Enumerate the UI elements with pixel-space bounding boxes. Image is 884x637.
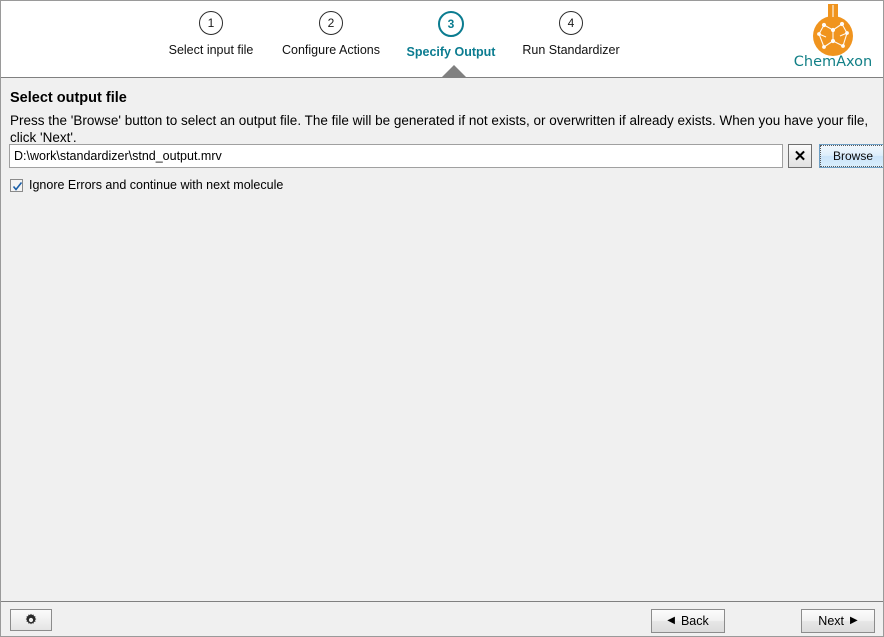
clear-path-button[interactable]: ✕ [788, 144, 812, 168]
chemaxon-logo: ChemAxon [785, 3, 881, 75]
wizard-step-4[interactable]: 4 Run Standardizer [511, 11, 631, 57]
ignore-errors-label: Ignore Errors and continue with next mol… [29, 178, 284, 192]
settings-button[interactable] [10, 609, 52, 631]
next-button[interactable]: Next ▶ [801, 609, 875, 633]
step-number-badge: 1 [199, 11, 223, 35]
standardizer-wizard-window: 1 Select input file 2 Configure Actions … [0, 0, 884, 637]
wizard-steps: 1 Select input file 2 Configure Actions … [151, 11, 631, 71]
back-button-label: Back [680, 614, 709, 628]
back-button[interactable]: ◀ Back [651, 609, 725, 633]
wizard-footer: ◀ Back Next ▶ [1, 601, 883, 636]
step-label: Specify Output [406, 45, 496, 59]
step-number-badge: 2 [319, 11, 343, 35]
checkmark-icon [12, 181, 23, 191]
flask-molecule-icon [813, 4, 853, 56]
wizard-header: 1 Select input file 2 Configure Actions … [1, 1, 883, 78]
browse-button-label: Browse [820, 145, 883, 167]
page-title: Select output file [10, 90, 127, 106]
back-arrow-icon: ◀ [667, 615, 675, 626]
ignore-errors-checkbox[interactable] [10, 178, 23, 192]
output-file-input[interactable] [9, 144, 783, 168]
browse-button[interactable]: Browse [819, 144, 883, 168]
step-label: Run Standardizer [522, 43, 620, 57]
page-description: Press the 'Browse' button to select an o… [10, 113, 869, 145]
active-step-pointer-icon [442, 65, 466, 77]
ignore-errors-row: Ignore Errors and continue with next mol… [10, 178, 283, 192]
step-label: Select input file [168, 43, 254, 57]
step-number-badge: 4 [559, 11, 583, 35]
next-arrow-icon: ▶ [850, 615, 858, 626]
output-file-row: ✕ Browse [9, 144, 883, 168]
step-number-badge: 3 [438, 11, 464, 37]
wizard-step-3-active[interactable]: 3 Specify Output [391, 11, 511, 59]
step-label: Configure Actions [282, 43, 380, 57]
wizard-step-2[interactable]: 2 Configure Actions [271, 11, 391, 57]
gear-icon [25, 613, 37, 625]
chemaxon-logo-text: ChemAxon [793, 54, 873, 70]
wizard-content-panel: Select output file Press the 'Browse' bu… [1, 78, 883, 601]
next-button-label: Next [818, 614, 844, 628]
wizard-step-1[interactable]: 1 Select input file [151, 11, 271, 57]
